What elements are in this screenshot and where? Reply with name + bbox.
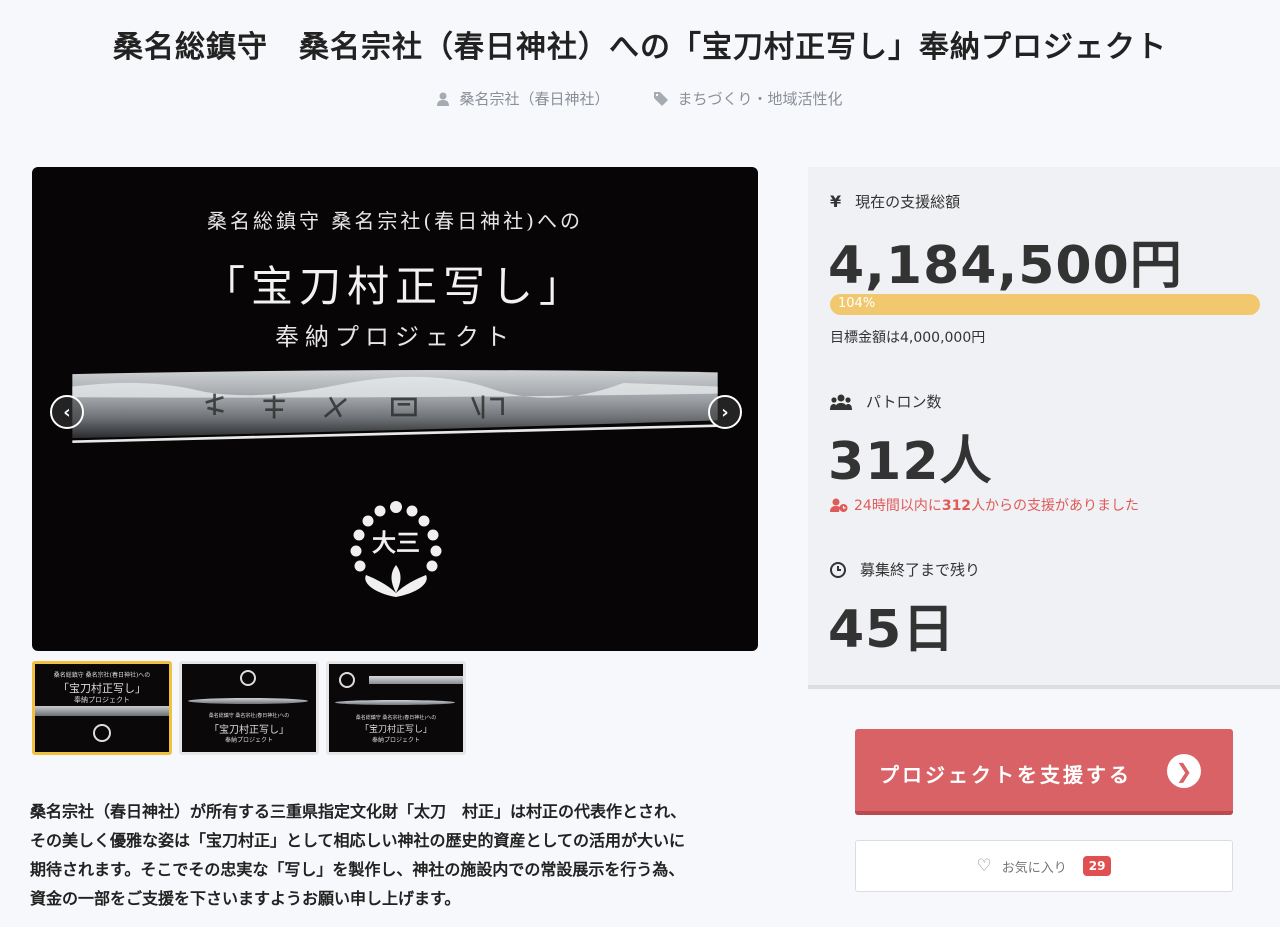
thumbnail-blade: [369, 676, 463, 684]
description-line: 桑名宗社（春日神社）が所有する三重県指定文化財「太刀 村正」は村正の代表作とされ…: [30, 802, 687, 821]
recent-suffix: 人からの支援がありました: [971, 498, 1140, 514]
patron-label-row: パトロン数: [830, 391, 941, 412]
recent-support-note: 24時間以内に312人からの支援がありました: [830, 495, 1139, 515]
crest-text: 大三: [372, 528, 420, 557]
total-amount: 4,184,500円: [828, 236, 1183, 296]
tag-icon: [653, 91, 668, 106]
thumbnail-caption: 「宝刀村正写し」: [209, 725, 289, 736]
goal-amount: 目標金額は4,000,000円: [830, 330, 986, 346]
thumbnail-1[interactable]: 桑名総鎮守 桑名宗社(春日神社)への 「宝刀村正写し」 奉納プロジェクト: [32, 661, 172, 755]
thumbnail-caption: 桑名総鎮守 桑名宗社(春日神社)への: [53, 672, 151, 679]
patron-count: 312人: [828, 432, 993, 492]
carousel-prev-button[interactable]: ‹: [50, 395, 84, 429]
favorite-button[interactable]: ♡ お気に入り 29: [855, 840, 1233, 892]
users-icon: [830, 394, 852, 410]
remaining-days: 45日: [828, 600, 956, 660]
thumbnail-caption: 「宝刀村正写し」: [359, 725, 432, 735]
total-label: 現在の支援総額: [855, 193, 961, 211]
thumbnail-blade: [188, 698, 308, 704]
clock-icon: [830, 561, 846, 578]
project-meta: 桑名宗社（春日神社） まちづくり・地域活性化: [0, 88, 1280, 109]
thumbnail-blade: [35, 706, 169, 716]
recent-count: 312: [941, 498, 972, 514]
total-label-row: ¥ 現在の支援総額: [830, 191, 960, 212]
recent-prefix: 24時間以内に: [854, 498, 942, 514]
thumbnail-caption: 「宝刀村正写し」: [58, 682, 146, 695]
thumbnail-crest: [240, 670, 256, 686]
thumbnail-caption: 奉納プロジェクト: [224, 737, 273, 744]
owner-link[interactable]: 桑名宗社（春日神社）: [437, 88, 610, 109]
hero-main-title: 「宝刀村正写し」: [202, 262, 587, 311]
yen-icon: ¥: [830, 192, 842, 211]
thumbnail-caption: 桑名総鎮守 桑名宗社(春日神社)への: [208, 713, 290, 719]
support-button-label: プロジェクトを支援する: [879, 763, 1132, 787]
support-project-button[interactable]: プロジェクトを支援する ❯: [855, 729, 1233, 815]
carousel-next-button[interactable]: ›: [708, 395, 742, 429]
remaining-label-row: 募集終了まで残り: [830, 559, 980, 580]
patron-label: パトロン数: [866, 393, 942, 411]
thumbnail-2[interactable]: 桑名総鎮守 桑名宗社(春日神社)への 「宝刀村正写し」 奉納プロジェクト: [179, 661, 319, 755]
description-line: 期待されます。そこでその忠実な「写し」を製作し、神社の施設内での常設展示を行う為…: [30, 860, 685, 879]
funding-progress-bar: 104%: [830, 294, 1260, 315]
description-line: 資金の一部をご支援を下さいますようお願い申し上げます。: [30, 889, 461, 908]
user-icon: [437, 92, 450, 106]
thumbnail-blade: [335, 700, 455, 705]
thumbnail-caption: 奉納プロジェクト: [371, 737, 420, 744]
thumbnail-caption: 桑名総鎮守 桑名宗社(春日神社)への: [355, 715, 437, 721]
thumbnail-caption: 奉納プロジェクト: [74, 696, 130, 704]
stats-panel: ¥ 現在の支援総額 4,184,500円 104% 目標金額は4,000,000…: [808, 167, 1280, 689]
project-main-image: 桑名総鎮守 桑名宗社(春日神社)への 「宝刀村正写し」 奉納プロジェクト ‹ ›: [32, 167, 758, 651]
thumbnail-crest: [93, 724, 111, 742]
chevron-right-icon: ›: [721, 401, 729, 423]
user-clock-icon: [830, 498, 848, 512]
remaining-label: 募集終了まで残り: [860, 561, 981, 579]
sword-blade-image: [72, 370, 718, 443]
category-link[interactable]: まちづくり・地域活性化: [653, 88, 843, 109]
thumbnail-crest: [339, 672, 355, 688]
favorite-count-badge: 29: [1082, 856, 1112, 876]
hero-subtitle: 桑名総鎮守 桑名宗社(春日神社)への: [207, 209, 583, 233]
description-line: その美しく優雅な姿は「宝刀村正」として相応しい神社の歴史的資産としての活用が大い…: [30, 831, 686, 850]
favorite-label: お気に入り: [1001, 860, 1067, 876]
chevron-right-circle-icon: ❯: [1167, 754, 1201, 788]
chevron-left-icon: ‹: [63, 401, 71, 423]
shrine-crest-logo: 大三: [350, 501, 442, 597]
progress-percent: 104%: [838, 296, 876, 311]
thumbnail-3[interactable]: 桑名総鎮守 桑名宗社(春日神社)への 「宝刀村正写し」 奉納プロジェクト: [326, 661, 466, 755]
category-name: まちづくり・地域活性化: [677, 90, 843, 108]
hero-sub-title: 奉納プロジェクト: [275, 323, 515, 351]
heart-icon: ♡: [976, 856, 992, 876]
owner-name: 桑名宗社（春日神社）: [459, 90, 610, 108]
page-title: 桑名総鎮守 桑名宗社（春日神社）への「宝刀村正写し」奉納プロジェクト: [113, 30, 1167, 65]
project-description: 桑名宗社（春日神社）が所有する三重県指定文化財「太刀 村正」は村正の代表作とされ…: [30, 797, 760, 913]
